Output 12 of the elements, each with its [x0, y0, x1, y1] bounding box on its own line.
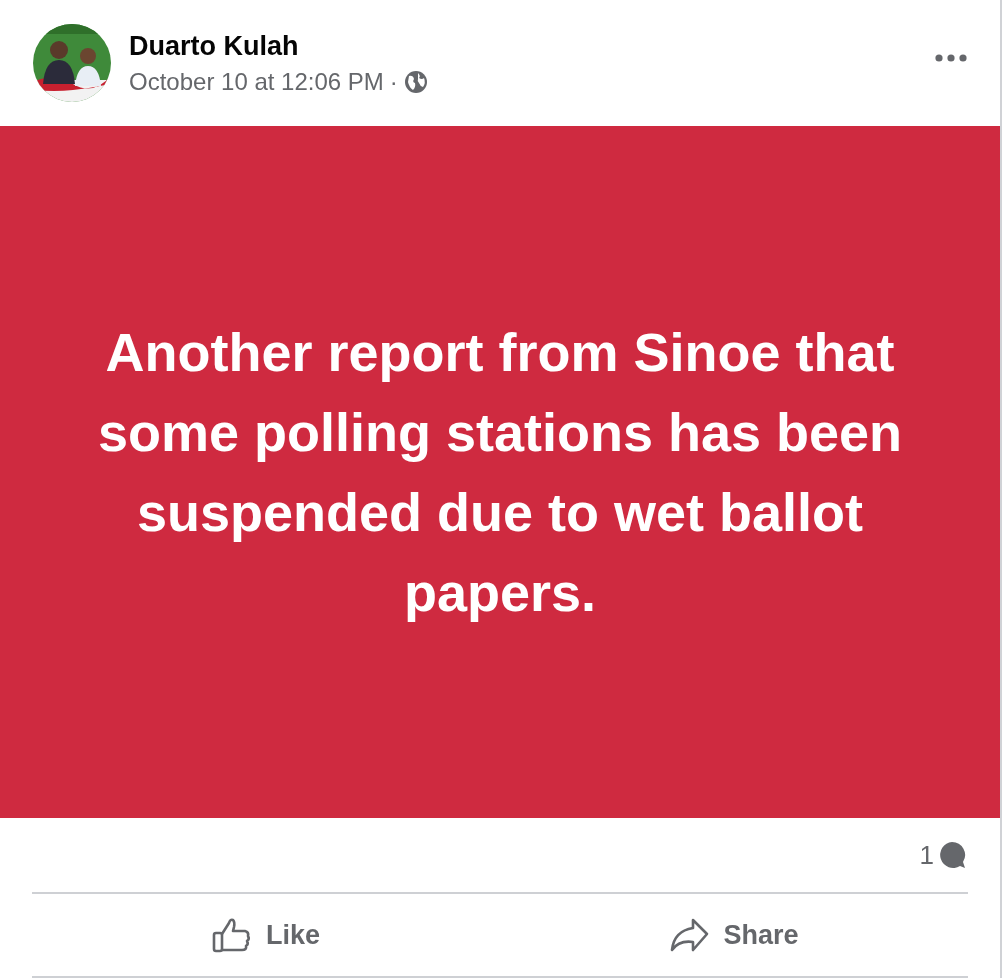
thumbs-up-icon — [212, 917, 252, 953]
comment-count[interactable]: 1 — [919, 839, 966, 871]
share-arrow-icon — [669, 917, 710, 953]
comment-bubble-icon — [938, 841, 966, 869]
author-name[interactable]: Duarto Kulah — [129, 30, 935, 62]
share-button[interactable]: Share — [659, 911, 809, 959]
like-button[interactable]: Like — [202, 911, 330, 959]
separator-dot: · — [389, 67, 398, 96]
globe-icon[interactable] — [403, 69, 428, 94]
more-options-icon[interactable] — [935, 54, 967, 62]
post-timestamp[interactable]: October 10 at 12:06 PM — [129, 67, 384, 96]
post-text: Another report from Sinoe that some polling stations has been suspended due to wet ballot papers. — [96, 321, 904, 624]
